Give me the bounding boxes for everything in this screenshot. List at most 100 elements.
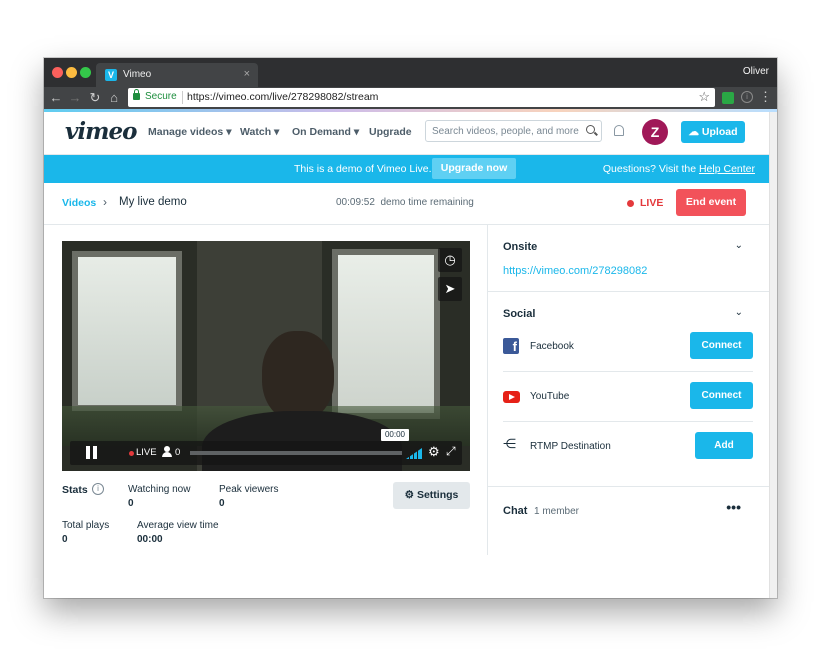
end-event-button[interactable]: End event	[676, 189, 746, 216]
peak-viewers-value: 0	[219, 498, 225, 509]
profile-name[interactable]: Oliver	[743, 66, 769, 77]
video-frame-person-head	[262, 331, 334, 421]
destinations-panel: Onsite ⌄ https://vimeo.com/278298082 Soc…	[487, 225, 770, 555]
close-window-button[interactable]	[52, 67, 63, 78]
player-controls: LIVE 0 00:00 ⚙ ⤢	[70, 429, 462, 465]
vimeo-logo[interactable]: vimeo	[65, 118, 137, 145]
site-header: vimeo Manage videos ▾ Watch ▾ On Demand …	[44, 112, 769, 155]
address-bar: ← → ↻ ⌂ Secure https://vimeo.com/live/27…	[44, 87, 777, 109]
nav-watch[interactable]: Watch ▾	[240, 126, 279, 138]
facebook-connect-button[interactable]: Connect	[690, 332, 753, 359]
info-extension-icon[interactable]: i	[741, 91, 753, 103]
bookmark-star-icon[interactable]: ☆	[698, 89, 710, 105]
average-view-time-label: Average view time	[137, 520, 219, 531]
tab-close-icon[interactable]: ×	[244, 68, 250, 80]
live-dot-icon	[627, 200, 634, 207]
social-divider	[503, 421, 753, 422]
player-live-dot-icon	[129, 451, 134, 456]
upload-button[interactable]: ☁ Upload	[681, 121, 745, 143]
page-scrollbar[interactable]	[769, 112, 777, 598]
progress-bar[interactable]	[190, 451, 402, 455]
demo-banner: This is a demo of Vimeo Live. Upgrade no…	[44, 155, 769, 183]
info-icon[interactable]: i	[92, 483, 104, 495]
panel-divider	[488, 486, 770, 487]
viewer-count: 0	[175, 447, 181, 458]
browser-window: V Vimeo × Oliver ← → ↻ ⌂ Secure https://…	[44, 58, 777, 598]
viewer-person-icon	[162, 446, 172, 457]
nav-manage-videos[interactable]: Manage videos ▾	[148, 126, 231, 138]
rtmp-split-icon: ⋲	[503, 436, 516, 451]
url-input[interactable]: Secure https://vimeo.com/live/278298082/…	[128, 88, 715, 107]
rtmp-label: RTMP Destination	[530, 441, 611, 452]
reload-icon[interactable]: ↻	[87, 89, 103, 107]
search-input[interactable]: Search videos, people, and more	[425, 120, 602, 142]
more-options-icon[interactable]: •••	[726, 499, 741, 515]
avatar[interactable]: Z	[642, 119, 668, 145]
chat-member-count: 1 member	[534, 506, 580, 517]
total-plays-value: 0	[62, 534, 68, 545]
live-status-badge: LIVE	[640, 197, 664, 209]
maximize-window-button[interactable]	[80, 67, 91, 78]
help-center-link[interactable]: Help Center	[699, 163, 755, 175]
url-separator	[182, 91, 183, 104]
onsite-chevron-down-icon[interactable]: ⌄	[735, 240, 743, 251]
url-text: https://vimeo.com/live/278298082/stream	[187, 91, 379, 103]
onsite-link[interactable]: https://vimeo.com/278298082	[503, 265, 647, 277]
onsite-title: Onsite	[503, 241, 538, 253]
signal-bars-icon	[406, 448, 422, 459]
settings-button[interactable]: ⚙ Settings	[393, 482, 470, 509]
nav-upgrade[interactable]: Upgrade	[369, 126, 412, 138]
back-arrow-icon[interactable]: ←	[48, 89, 64, 107]
extension-icon[interactable]	[722, 92, 734, 104]
banner-text: This is a demo of Vimeo Live.	[294, 163, 432, 175]
average-view-time-value: 00:00	[137, 534, 163, 545]
watching-now-label: Watching now	[128, 484, 191, 495]
rtmp-add-button[interactable]: Add	[695, 432, 753, 459]
fullscreen-icon[interactable]: ⤢	[446, 444, 456, 459]
vimeo-favicon-icon: V	[105, 69, 117, 81]
peak-viewers-label: Peak viewers	[219, 484, 279, 495]
video-frame-left-window	[72, 251, 182, 411]
nav-on-demand[interactable]: On Demand ▾	[292, 126, 359, 138]
demo-timer: 00:09:52 demo time remaining	[336, 197, 474, 208]
facebook-icon: f	[503, 338, 519, 354]
social-chevron-down-icon[interactable]: ⌄	[735, 307, 743, 318]
watching-now-value: 0	[128, 498, 134, 509]
page-title: My live demo	[119, 196, 187, 208]
video-frame-right-window	[332, 249, 440, 419]
panel-divider	[488, 291, 770, 292]
help-text: Questions? Visit the Help Center	[602, 163, 755, 175]
upgrade-now-button[interactable]: Upgrade now	[432, 158, 516, 179]
facebook-label: Facebook	[530, 341, 574, 352]
share-plane-icon[interactable]: ➤	[438, 277, 462, 301]
time-tooltip: 00:00	[381, 429, 409, 441]
search-icon[interactable]	[586, 125, 595, 134]
video-player[interactable]: ◷ ➤ LIVE 0 00:00 ⚙ ⤢	[62, 241, 470, 471]
bell-icon[interactable]	[614, 125, 624, 136]
forward-arrow-icon[interactable]: →	[67, 89, 83, 107]
minimize-window-button[interactable]	[66, 67, 77, 78]
stats-heading: Stats	[62, 484, 88, 496]
breadcrumb-chevron-icon: ›	[103, 195, 107, 209]
search-placeholder: Search videos, people, and more	[432, 126, 579, 137]
browser-tab[interactable]: V Vimeo ×	[96, 63, 258, 87]
social-title: Social	[503, 308, 536, 320]
event-bar: Videos › My live demo 00:09:52 demo time…	[44, 183, 769, 225]
breadcrumb-videos[interactable]: Videos	[62, 197, 96, 209]
total-plays-label: Total plays	[62, 520, 110, 531]
youtube-connect-button[interactable]: Connect	[690, 382, 753, 409]
secure-label: Secure	[145, 91, 177, 102]
lock-icon	[133, 89, 140, 100]
player-gear-icon[interactable]: ⚙	[428, 444, 440, 460]
player-live-label: LIVE	[136, 447, 157, 458]
chat-title: Chat	[503, 505, 528, 517]
clock-icon[interactable]: ◷	[438, 248, 462, 272]
youtube-label: YouTube	[530, 391, 570, 402]
social-divider	[503, 371, 753, 372]
browser-menu-icon[interactable]: ⋮	[759, 89, 772, 105]
pause-icon[interactable]	[86, 446, 90, 459]
title-bar: V Vimeo × Oliver	[44, 58, 777, 87]
tab-title: Vimeo	[123, 69, 152, 80]
youtube-icon	[503, 391, 520, 403]
home-icon[interactable]: ⌂	[106, 89, 122, 107]
